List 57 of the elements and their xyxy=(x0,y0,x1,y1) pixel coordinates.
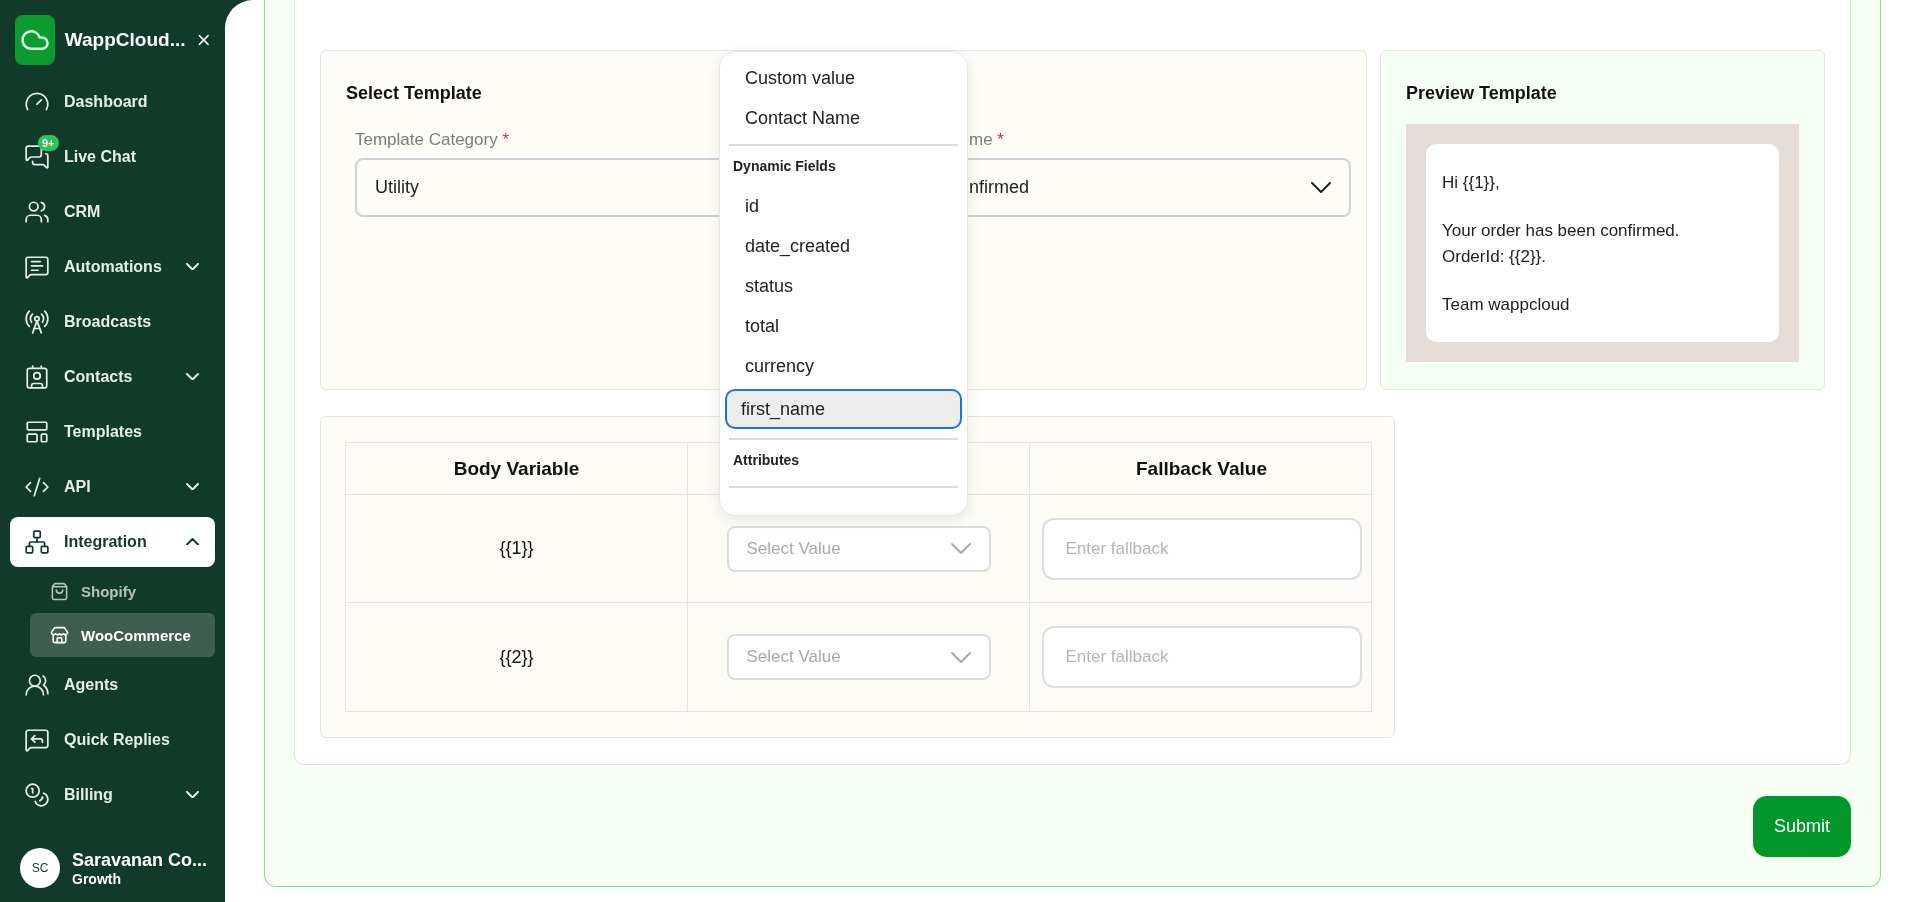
logo-icon xyxy=(15,15,55,65)
dropdown-option[interactable]: first_name xyxy=(725,389,962,429)
sidebar-subitem[interactable]: Shopify xyxy=(30,569,215,613)
user-plan: Growth xyxy=(72,870,122,887)
message-text: Hi {{1}}, xyxy=(1442,172,1501,194)
user-name: Saravanan Co... xyxy=(72,849,208,871)
field-label: me * xyxy=(968,130,1005,150)
chevron-down-icon xyxy=(1311,182,1331,193)
store-icon xyxy=(50,625,69,645)
sidebar-item[interactable]: Quick Replies xyxy=(0,712,225,767)
sidebar-item[interactable]: Broadcasts xyxy=(0,294,225,349)
users-icon xyxy=(24,198,50,225)
chevron-down-icon xyxy=(950,543,971,554)
contact-icon xyxy=(24,363,50,390)
dropdown-option[interactable]: currency xyxy=(729,346,958,386)
sidebar-item[interactable]: Contacts xyxy=(0,349,225,404)
network-icon xyxy=(24,528,50,555)
bag-icon xyxy=(50,581,69,601)
dropdown-option[interactable]: total xyxy=(729,306,958,346)
message-text: Your order has been confirmed. OrderId: {{2}}. xyxy=(1442,220,1681,268)
tower-icon xyxy=(24,308,50,335)
dropdown-option[interactable]: date_created xyxy=(729,226,958,266)
sidebar-item[interactable]: API xyxy=(0,459,225,514)
column-header: Fallback Value xyxy=(1030,443,1373,495)
sidebar-item[interactable]: CRM xyxy=(0,184,225,239)
app-name: WappCloud... xyxy=(64,29,186,51)
count-badge: 9+ xyxy=(38,135,59,151)
sidebar-item[interactable]: Dashboard xyxy=(0,74,225,129)
message-text: Team wappcloud xyxy=(1442,294,1571,316)
dropdown-option[interactable]: Contact Name xyxy=(729,98,958,138)
table-cell: {{1}} xyxy=(346,495,688,603)
submit-button[interactable]: Submit xyxy=(1753,796,1851,857)
sidebar-item[interactable]: 9+ Live Chat xyxy=(0,129,225,184)
sidebar-item[interactable]: Agents xyxy=(0,657,225,712)
sidebar-item[interactable]: Integration xyxy=(10,516,215,567)
fallback-input[interactable]: Enter fallback xyxy=(1041,517,1362,580)
group-heading: Attributes xyxy=(732,451,801,470)
fallback-input[interactable]: Enter fallback xyxy=(1041,626,1362,688)
column-header: Body Variable xyxy=(346,443,688,495)
field-label: Template Category * xyxy=(355,130,511,150)
dropdown-option[interactable]: status xyxy=(729,266,958,306)
sidebar-item[interactable]: Templates xyxy=(0,404,225,459)
chevron-down-icon xyxy=(950,651,971,663)
layout-icon xyxy=(24,418,50,445)
reply-icon xyxy=(24,726,50,753)
dropdown-option[interactable]: Custom value xyxy=(729,58,958,98)
coins-icon xyxy=(24,781,50,808)
sidebar-item[interactable]: Automations xyxy=(0,239,225,294)
users-icon xyxy=(24,671,50,698)
sidebar-subitem[interactable]: WooCommerce xyxy=(30,613,215,657)
card-title: Preview Template xyxy=(1406,83,1558,104)
group-heading: Dynamic Fields xyxy=(732,157,837,176)
table-cell: {{2}} xyxy=(346,603,688,711)
user-avatar[interactable]: SC xyxy=(20,848,60,888)
message-icon xyxy=(24,253,50,280)
sidebar-item[interactable]: Billing xyxy=(0,767,225,822)
card-title: Select Template xyxy=(346,83,483,104)
